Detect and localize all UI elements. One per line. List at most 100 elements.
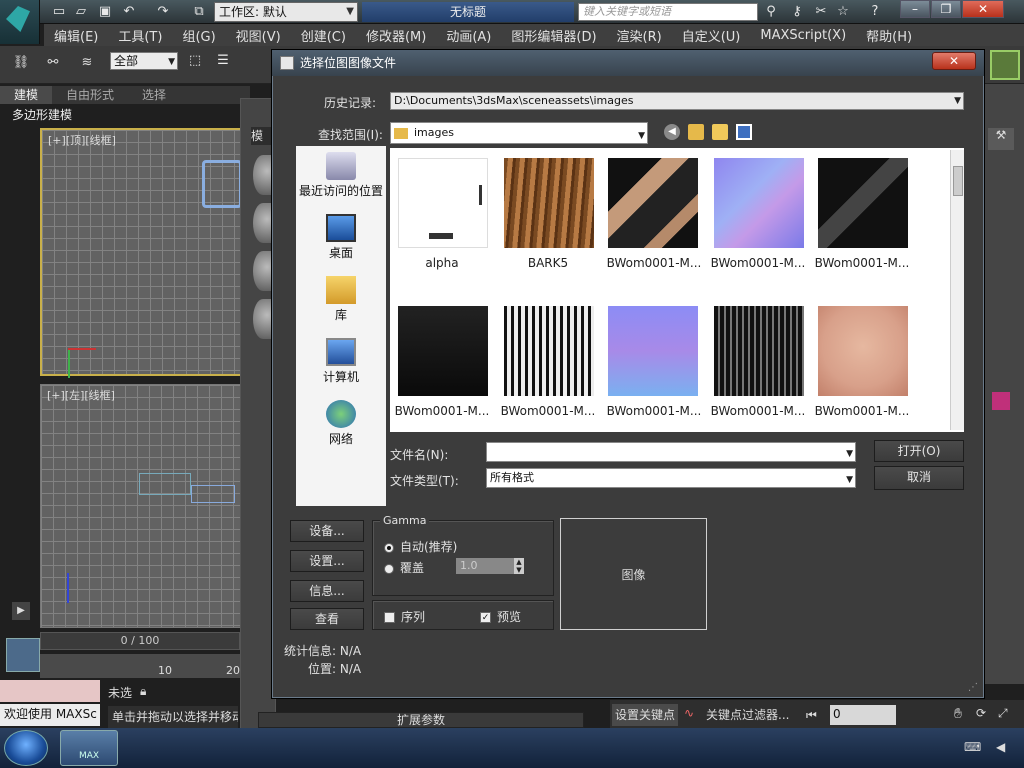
maxscript-mini-listener[interactable]: 欢迎使用 MAXSc [0,704,100,726]
new-file-icon[interactable]: ▭ [50,3,68,21]
play-icon[interactable]: ▶ [12,602,30,620]
file-name[interactable]: BWom0001-M... [390,404,494,418]
menu-customize[interactable]: 自定义(U) [682,26,741,45]
lookin-select[interactable]: images ▼ [390,122,648,144]
place-desktop[interactable]: 桌面 [296,214,386,261]
preview-checkbox[interactable]: ✓ 预览 [480,608,521,625]
volume-icon[interactable]: ◀ [996,740,1005,754]
set-key-button[interactable]: 设置关键点 [612,704,678,726]
setup-button[interactable]: 设备... [290,520,364,542]
new-folder-icon[interactable] [712,124,728,140]
keyboard-icon[interactable]: ⌨ [964,740,981,754]
frame-jump-icon[interactable]: ⏮ [806,708,817,723]
filename-input[interactable]: ▼ [486,442,856,462]
maximize-button[interactable]: ❐ [931,0,961,18]
settings-button[interactable]: 设置... [290,550,364,572]
lock-icon[interactable]: 🔒︎ [140,684,146,699]
material-sample-slot[interactable] [253,251,273,291]
sequence-checkbox[interactable]: 序列 [384,608,425,625]
viewport-left[interactable]: [+][左][线框] [40,384,250,628]
file-thumbnail[interactable] [818,306,908,396]
key-filters-button[interactable]: 关键点过滤器... [684,704,792,726]
cancel-button[interactable]: 取消 [874,466,964,490]
material-sample-slot[interactable] [253,203,273,243]
tools-icon[interactable]: ✂ [812,3,830,21]
gamma-override-radio[interactable]: 覆盖 [384,559,424,576]
file-name[interactable]: BARK5 [496,256,600,270]
maximize-viewport-icon[interactable]: ⤢ [998,706,1008,721]
tab-selection[interactable]: 选择 [128,86,180,104]
viewport-label[interactable]: [+][左][线框] [47,387,115,403]
file-thumbnail[interactable] [714,158,804,248]
tab-modeling[interactable]: 建模 [0,86,53,104]
select-object-icon[interactable]: ⬚ [186,52,204,70]
selection-filter-select[interactable]: 全部 ▼ [110,52,178,70]
file-thumbnail[interactable] [398,158,488,248]
file-list-scrollbar[interactable] [950,150,964,430]
file-name[interactable]: BWom0001-M... [496,404,600,418]
file-name[interactable]: BWom0001-M... [810,256,914,270]
help-icon[interactable]: ? [866,3,884,21]
color-swatch[interactable] [992,392,1010,410]
undo-icon[interactable]: ↶ [120,3,138,21]
time-slider[interactable]: 0 / 100 [40,632,240,650]
back-icon[interactable]: ◀ [664,124,680,140]
place-computer[interactable]: 计算机 [296,338,386,385]
up-folder-icon[interactable] [688,124,704,140]
search-input[interactable]: 键入关键字或短语 [578,3,758,21]
project-folder-icon[interactable]: ⧉ [190,3,208,21]
info-button[interactable]: 信息... [290,580,364,602]
gamma-value-input[interactable]: 1.0 [456,558,514,574]
minimize-button[interactable]: – [900,0,930,18]
view-menu-icon[interactable] [736,124,752,140]
file-thumbnail[interactable] [818,158,908,248]
scrollbar-thumb[interactable] [953,166,963,196]
scene-object[interactable] [139,473,191,495]
place-network[interactable]: 网络 [296,400,386,447]
track-bar[interactable]: 10 20 [40,654,240,678]
place-libraries[interactable]: 库 [296,276,386,323]
file-thumbnail[interactable] [504,306,594,396]
menu-edit[interactable]: 编辑(E) [54,26,98,45]
ribbon-panel-label[interactable]: 多边形建模 [12,106,242,124]
file-thumbnail[interactable] [608,158,698,248]
expand-params-rollout[interactable]: 扩展参数 [258,712,584,728]
selected-object[interactable] [202,160,242,208]
file-thumbnail[interactable] [714,306,804,396]
file-name[interactable]: BWom0001-M... [602,404,706,418]
taskbar-app-3dsmax[interactable]: MAX [60,730,118,766]
link-icon[interactable]: ⛓ [12,54,30,72]
menu-tools[interactable]: 工具(T) [118,26,162,45]
dialog-close-button[interactable]: ✕ [932,52,976,70]
unlink-icon[interactable]: ⚯ [44,54,62,72]
render-setup-icon[interactable] [990,50,1020,80]
menu-maxscript[interactable]: MAXScript(X) [760,28,846,43]
viewport-label[interactable]: [+][顶][线框] [48,132,116,148]
file-list[interactable]: alpha BARK5 BWom0001-M... BWom0001-M... … [390,148,964,432]
menu-create[interactable]: 创建(C) [301,26,346,45]
history-select[interactable]: D:\Documents\3dsMax\sceneassets\images ▼ [390,92,964,110]
material-sample-slot[interactable] [253,155,273,195]
menu-animation[interactable]: 动画(A) [446,26,491,45]
star-icon[interactable]: ☆ [834,3,852,21]
open-file-icon[interactable]: ▱ [72,3,90,21]
scene-object[interactable] [191,485,235,503]
hammer-icon[interactable]: ⚒ [988,128,1014,150]
binoculars-icon[interactable]: ⚲ [762,3,780,21]
gamma-auto-radio[interactable]: 自动(推荐) [384,538,457,555]
menu-views[interactable]: 视图(V) [236,26,281,45]
gamma-spinner-icon[interactable]: ▲ ▼ [514,558,524,574]
current-frame-input[interactable]: 0 [830,705,896,725]
save-icon[interactable]: ▣ [96,3,114,21]
place-recent[interactable]: 最近访问的位置 [296,152,386,199]
file-name[interactable]: BWom0001-M... [810,404,914,418]
file-name[interactable]: BWom0001-M... [706,404,810,418]
file-name[interactable]: alpha [390,256,494,270]
open-button[interactable]: 打开(O) [874,440,964,462]
file-thumbnail[interactable] [398,306,488,396]
maxscript-listener[interactable] [0,680,100,702]
file-thumbnail[interactable] [608,306,698,396]
bind-spacewarp-icon[interactable]: ≋ [78,54,96,72]
file-thumbnail[interactable] [504,158,594,248]
file-name[interactable]: BWom0001-M... [706,256,810,270]
